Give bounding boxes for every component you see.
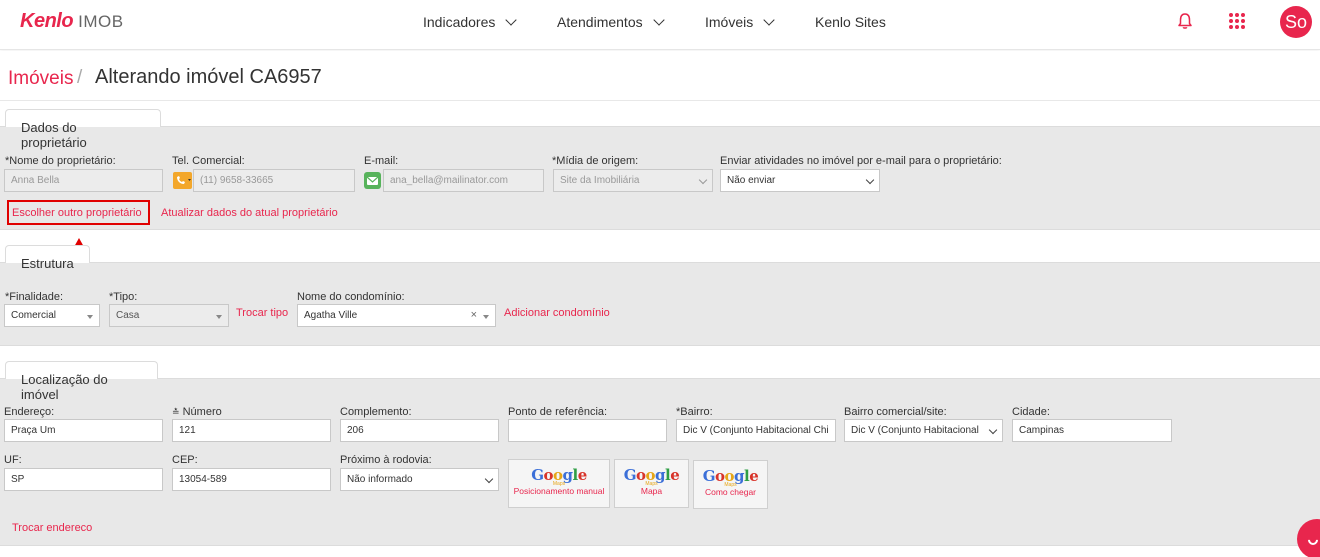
update-owner-link[interactable]: Atualizar dados do atual proprietário: [161, 207, 338, 219]
commercial-district-label: Bairro comercial/site:: [844, 406, 947, 418]
condo-select[interactable]: Agatha Ville ×: [297, 304, 496, 327]
chevron-down-icon: [652, 13, 665, 26]
cep-label: CEP:: [172, 454, 198, 466]
cep-field[interactable]: 13054-589: [172, 468, 331, 491]
kenlo-logo[interactable]: Kenlo IMOB: [20, 10, 124, 33]
send-activities-select[interactable]: Não enviar: [720, 169, 880, 192]
nav-indicadores[interactable]: Indicadores: [423, 13, 518, 30]
nav-imoveis-label: Imóveis: [705, 14, 754, 30]
google-map-button[interactable]: Google Maps Mapa: [614, 459, 689, 508]
uf-label: UF:: [4, 454, 22, 466]
structure-section-title: Estrutura: [21, 256, 74, 271]
chevron-down-icon: [988, 425, 998, 435]
change-type-link[interactable]: Trocar tipo: [236, 307, 288, 319]
highlight-box: [7, 200, 150, 225]
reference-field[interactable]: [508, 419, 667, 442]
address-label: Endereço:: [4, 406, 55, 418]
owner-section-title: Dados do proprietário: [21, 120, 87, 150]
chevron-down-icon: [763, 13, 775, 26]
logo-product: IMOB: [78, 12, 124, 31]
email-label: E-mail:: [364, 155, 399, 167]
structure-section-tab: Estrutura: [5, 245, 90, 271]
type-select[interactable]: Casa: [109, 304, 229, 327]
purpose-select[interactable]: Comercial: [4, 304, 100, 327]
change-address-link[interactable]: Trocar endereco: [12, 522, 92, 534]
apps-grid-icon[interactable]: [1229, 13, 1245, 29]
nav-atendimentos-label: Atendimentos: [557, 14, 643, 30]
caret-down-icon: [483, 315, 489, 319]
maps-tiny-label: Maps: [645, 481, 658, 487]
google-button-caption: Como chegar: [704, 487, 757, 497]
address-field[interactable]: Praça Um: [4, 419, 163, 442]
phone-label: Tel. Comercial:: [172, 155, 245, 167]
location-section-tab: Localização do imóvel: [5, 361, 158, 402]
google-button-caption: Posicionamento manual: [513, 486, 605, 496]
highway-label: Próximo à rodovia:: [340, 454, 432, 466]
chat-icon: [1305, 532, 1320, 548]
media-label: *Mídia de origem:: [552, 155, 639, 167]
breadcrumb-separator: /: [77, 67, 83, 88]
number-field[interactable]: 121: [172, 419, 331, 442]
send-activities-value: Não enviar: [727, 175, 776, 186]
number-label: ≛ Número: [172, 406, 222, 418]
nav-kenlo-sites[interactable]: Kenlo Sites: [815, 14, 886, 30]
media-select-value: Site da Imobiliária: [560, 175, 640, 186]
type-label: *Tipo:: [109, 291, 138, 303]
uf-field[interactable]: SP: [4, 468, 163, 491]
nav-kenlo-sites-label: Kenlo Sites: [815, 14, 886, 30]
phone-field[interactable]: (11) 9658-33665: [193, 169, 355, 192]
complement-field[interactable]: 206: [340, 419, 499, 442]
double-chevron-down-icon[interactable]: ≛: [172, 407, 180, 417]
highway-select-value: Não informado: [347, 474, 413, 485]
city-field[interactable]: Campinas: [1012, 419, 1172, 442]
owner-section-tab: Dados do proprietário: [5, 109, 161, 150]
number-label-text: Número: [182, 406, 222, 418]
complement-label: Complemento:: [340, 406, 412, 418]
email-field[interactable]: ana_bella@mailinator.com: [383, 169, 544, 192]
city-label: Cidade:: [1012, 406, 1050, 418]
google-button-caption: Mapa: [640, 486, 663, 496]
nav-indicadores-label: Indicadores: [423, 14, 496, 30]
avatar[interactable]: So: [1280, 6, 1312, 38]
nav-atendimentos[interactable]: Atendimentos: [557, 13, 665, 30]
add-condo-link[interactable]: Adicionar condomínio: [504, 307, 610, 319]
reference-label: Ponto de referência:: [508, 406, 608, 418]
caret-down-icon: [87, 315, 93, 319]
send-activities-label: Enviar atividades no imóvel por e-mail p…: [720, 155, 1002, 167]
top-navbar: Kenlo IMOB Indicadores Atendimentos Imóv…: [0, 0, 1320, 50]
purpose-label: *Finalidade:: [5, 291, 64, 303]
logo-brand: Kenlo: [20, 10, 74, 32]
commercial-district-select[interactable]: Dic V (Conjunto Habitacional: [844, 419, 1003, 442]
bell-icon[interactable]: [1177, 12, 1193, 30]
condo-label: Nome do condomínio:: [297, 291, 405, 303]
caret-down-icon: [216, 315, 222, 319]
breadcrumb-imoveis-link[interactable]: Imóveis: [8, 68, 73, 90]
type-select-value: Casa: [116, 310, 140, 321]
media-select[interactable]: Site da Imobiliária: [553, 169, 713, 192]
purpose-select-value: Comercial: [11, 310, 57, 321]
google-manual-position-button[interactable]: Google Maps Posicionamento manual: [508, 459, 610, 508]
chevron-down-icon: [865, 175, 875, 185]
chevron-down-icon: [698, 175, 708, 185]
commercial-district-value: Dic V (Conjunto Habitacional: [851, 425, 979, 436]
district-field[interactable]: Dic V (Conjunto Habitacional Chi: [676, 419, 836, 442]
chevron-down-icon: [505, 13, 518, 26]
clear-icon[interactable]: ×: [471, 305, 477, 326]
highway-select[interactable]: Não informado: [340, 468, 499, 491]
google-directions-button[interactable]: Google Maps Como chegar: [693, 460, 768, 509]
nav-imoveis[interactable]: Imóveis: [705, 13, 775, 30]
page-title: Alterando imóvel CA6957: [95, 66, 322, 88]
owner-name-label: *Nome do proprietário:: [5, 155, 116, 167]
phone-icon: [173, 172, 192, 189]
district-label: *Bairro:: [676, 406, 713, 418]
breadcrumb: Imóveis / Alterando imóvel CA6957: [0, 51, 1320, 101]
condo-select-value: Agatha Ville: [304, 310, 358, 321]
maps-tiny-label: Maps: [552, 481, 566, 487]
mail-icon: [364, 172, 381, 189]
maps-tiny-label: Maps: [724, 482, 737, 488]
chevron-down-icon: [484, 474, 494, 484]
owner-name-field[interactable]: Anna Bella: [4, 169, 163, 192]
